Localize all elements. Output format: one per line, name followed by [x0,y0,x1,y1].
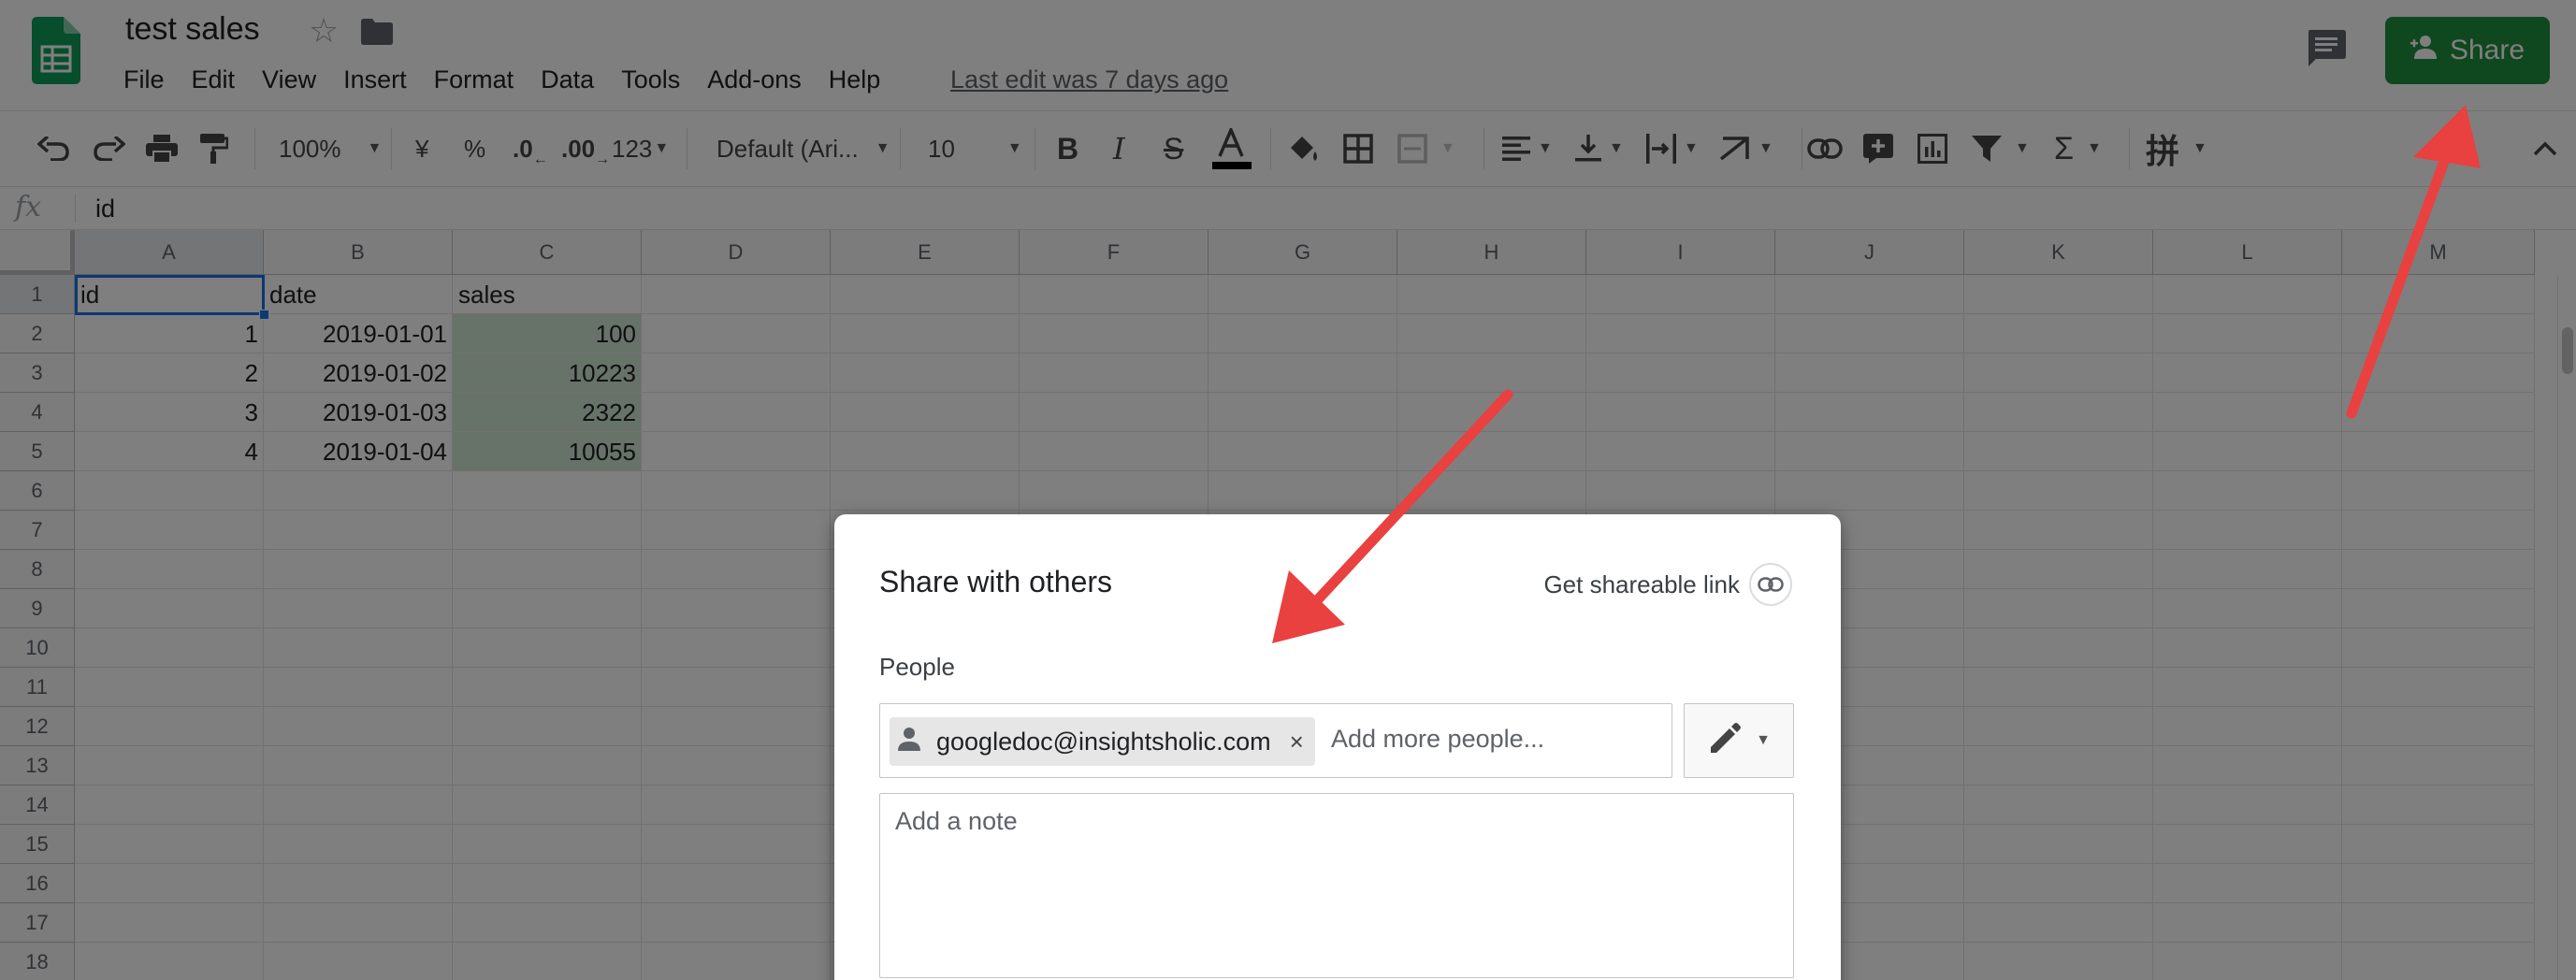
remove-chip-icon[interactable]: × [1290,728,1304,757]
note-textarea[interactable]: Add a note [879,793,1794,978]
people-label: People [879,653,955,681]
note-placeholder: Add a note [895,807,1018,835]
recipient-chip[interactable]: googledoc@insightsholic.com × [890,717,1315,766]
permission-dropdown[interactable]: ▼ [1684,703,1794,778]
chevron-down-icon: ▼ [1756,732,1771,748]
recipient-email: googledoc@insightsholic.com [936,727,1271,756]
person-icon [897,727,921,757]
get-shareable-link[interactable]: Get shareable link [1543,563,1792,606]
share-dialog: Share with others Get shareable link Peo… [834,514,1841,980]
get-shareable-link-label: Get shareable link [1543,569,1740,598]
dialog-title: Share with others [879,565,1113,598]
people-input[interactable]: googledoc@insightsholic.com × Add more p… [879,703,1672,778]
pencil-icon [1707,721,1743,761]
link-icon [1749,563,1792,606]
add-people-input[interactable]: Add more people... [1331,725,1544,754]
